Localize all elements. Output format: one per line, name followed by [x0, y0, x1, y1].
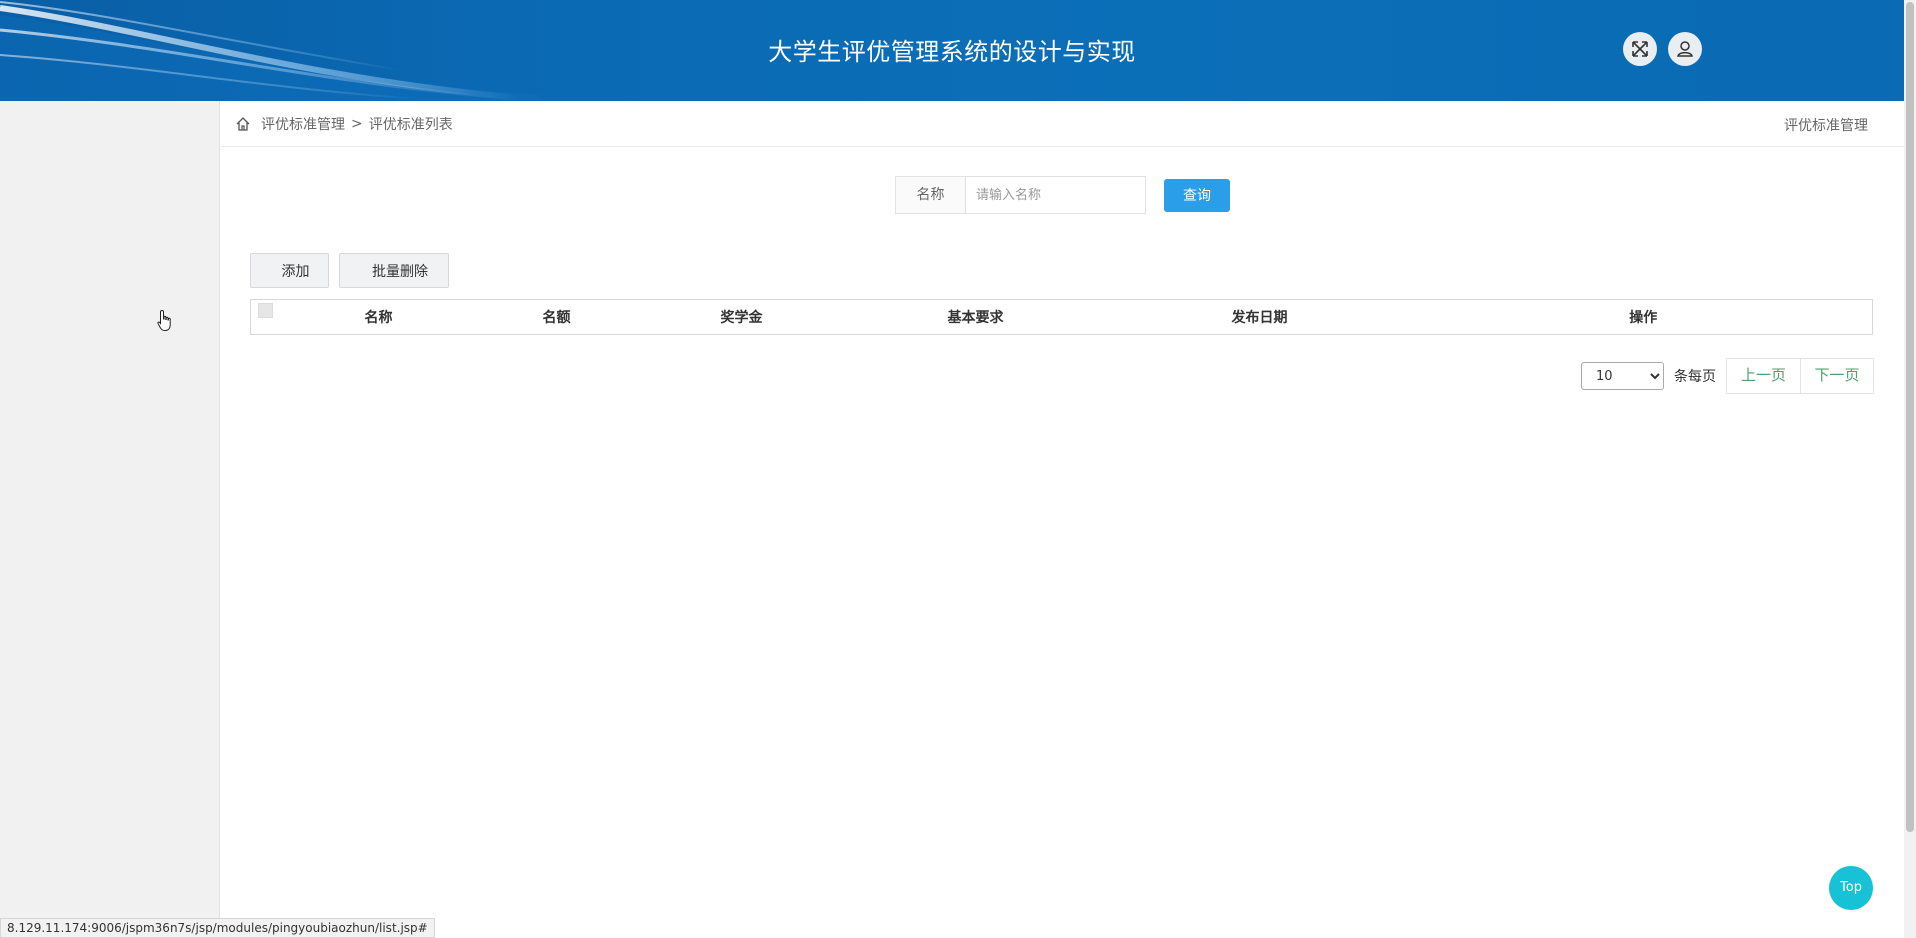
column-header-name: 名称: [364, 310, 393, 326]
column-header-publish-date: 发布日期: [1231, 310, 1288, 326]
page-section-title: 评优标准管理: [1784, 118, 1868, 134]
page-size-select[interactable]: 10: [1581, 362, 1664, 390]
query-button[interactable]: 查询: [1164, 178, 1230, 212]
app-title: 大学生评优管理系统的设计与实现: [768, 38, 1136, 66]
sidebar: [0, 101, 220, 938]
table-header-row: 名称 名额 奖学金 基本要求 发布日期 操作: [251, 300, 1873, 335]
page-nav: 上一页 下一页: [1726, 358, 1874, 394]
status-bar-url: 8.129.11.174:9006/jspm36n7s/jsp/modules/…: [0, 918, 435, 938]
header-banner: 大学生评优管理系统的设计与实现: [0, 0, 1904, 101]
column-header-quota: 名额: [542, 310, 571, 326]
hand-cursor-icon: [157, 309, 171, 331]
pagination: 10 条每页 上一页 下一页: [1581, 358, 1874, 394]
prev-page-button[interactable]: 上一页: [1727, 359, 1800, 393]
user-icon: [1677, 41, 1693, 57]
fullscreen-button[interactable]: [1623, 32, 1657, 66]
breadcrumb-separator: >: [351, 116, 363, 132]
home-icon[interactable]: [235, 116, 251, 132]
back-to-top-button[interactable]: Top: [1829, 866, 1873, 910]
scrollbar-thumb[interactable]: [1906, 2, 1914, 832]
column-header-operations: 操作: [1629, 310, 1658, 326]
vertical-scrollbar[interactable]: [1904, 0, 1916, 938]
breadcrumb-item-standard-list: 评优标准列表: [368, 117, 453, 133]
next-page-button[interactable]: 下一页: [1800, 359, 1873, 393]
standards-table: 名称 名额 奖学金 基本要求 发布日期 操作: [250, 299, 1873, 335]
batch-delete-button[interactable]: 批量删除: [339, 253, 449, 288]
add-button[interactable]: 添加: [250, 253, 329, 288]
user-menu-button[interactable]: [1668, 32, 1702, 66]
page: 大学生评优管理系统的设计与实现 评优标准管理 > 评优标准列表 评优标准管理 名…: [0, 0, 1916, 938]
breadcrumb-item-standard-management[interactable]: 评优标准管理: [261, 114, 345, 134]
search-label: 名称: [895, 176, 965, 214]
breadcrumb-bar: 评优标准管理 > 评优标准列表 评优标准管理: [221, 101, 1904, 147]
column-header-requirements: 基本要求: [947, 310, 1004, 326]
name-search-input[interactable]: [965, 176, 1146, 214]
search-form: 名称 查询: [895, 176, 1230, 214]
breadcrumb: 评优标准管理 > 评优标准列表: [235, 114, 453, 134]
column-header-scholarship: 奖学金: [720, 310, 763, 326]
select-all-cell: [251, 300, 281, 335]
expand-arrows-icon: [1632, 41, 1648, 57]
action-bar: 添加 批量删除: [250, 253, 459, 288]
per-page-label: 条每页: [1674, 369, 1716, 385]
select-all-checkbox[interactable]: [258, 303, 274, 318]
main-content: 评优标准管理 > 评优标准列表 评优标准管理 名称 查询 添加 批量删除 名称: [221, 101, 1904, 938]
